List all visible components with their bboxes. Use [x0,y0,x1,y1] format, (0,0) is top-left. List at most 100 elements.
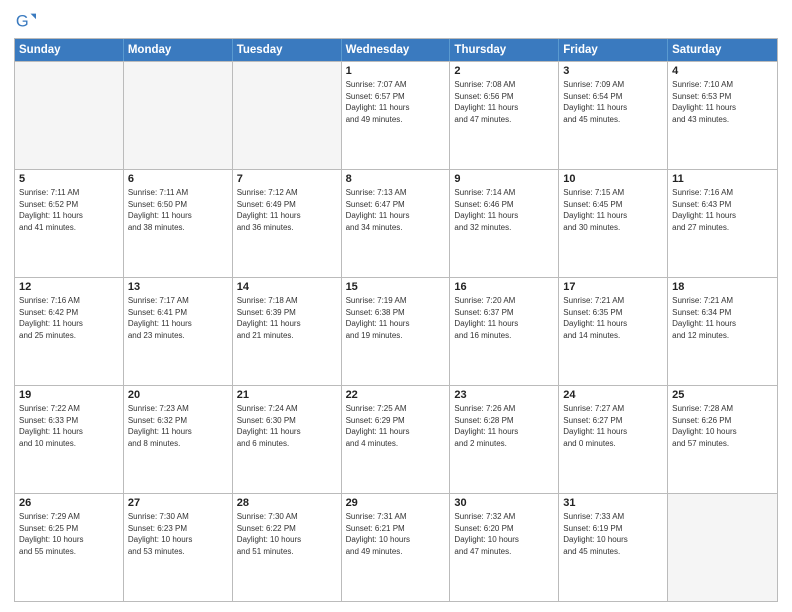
svg-text:G: G [16,13,29,31]
calendar-cell: 25 Sunrise: 7:28 AM Sunset: 6:26 PM Dayli… [668,386,777,493]
cal-header-cell: Tuesday [233,39,342,61]
calendar-cell: 24 Sunrise: 7:27 AM Sunset: 6:27 PM Dayli… [559,386,668,493]
day-info: Sunrise: 7:33 AM Sunset: 6:19 PM Dayligh… [563,511,663,557]
calendar-cell: 16 Sunrise: 7:20 AM Sunset: 6:37 PM Dayli… [450,278,559,385]
day-info: Sunrise: 7:17 AM Sunset: 6:41 PM Dayligh… [128,295,228,341]
cal-header-cell: Thursday [450,39,559,61]
calendar-cell [668,494,777,601]
page: G SundayMondayTuesdayWednesdayThursdayFr… [0,0,792,612]
calendar-row: 1Sunrise: 7:07 AM Sunset: 6:57 PM Daylig… [15,61,777,169]
header: G [14,10,778,32]
cal-header-cell: Monday [124,39,233,61]
calendar-cell: 19 Sunrise: 7:22 AM Sunset: 6:33 PM Dayli… [15,386,124,493]
day-info: Sunrise: 7:25 AM Sunset: 6:29 PM Dayligh… [346,403,446,449]
day-number: 23 [454,389,554,401]
cal-header-cell: Wednesday [342,39,451,61]
calendar-cell [15,62,124,169]
day-number: 9 [454,173,554,185]
day-number: 19 [19,389,119,401]
calendar-cell: 1Sunrise: 7:07 AM Sunset: 6:57 PM Daylig… [342,62,451,169]
day-info: Sunrise: 7:12 AM Sunset: 6:49 PM Dayligh… [237,187,337,233]
logo: G [14,10,40,32]
day-number: 6 [128,173,228,185]
day-info: Sunrise: 7:15 AM Sunset: 6:45 PM Dayligh… [563,187,663,233]
calendar-cell: 12Sunrise: 7:16 AM Sunset: 6:42 PM Dayli… [15,278,124,385]
cal-header-cell: Saturday [668,39,777,61]
day-number: 27 [128,497,228,509]
day-info: Sunrise: 7:11 AM Sunset: 6:50 PM Dayligh… [128,187,228,233]
calendar-cell: 27Sunrise: 7:30 AM Sunset: 6:23 PM Dayli… [124,494,233,601]
calendar-cell: 9 Sunrise: 7:14 AM Sunset: 6:46 PM Daylig… [450,170,559,277]
day-info: Sunrise: 7:16 AM Sunset: 6:43 PM Dayligh… [672,187,773,233]
day-number: 20 [128,389,228,401]
calendar-cell: 6 Sunrise: 7:11 AM Sunset: 6:50 PM Daylig… [124,170,233,277]
day-info: Sunrise: 7:21 AM Sunset: 6:34 PM Dayligh… [672,295,773,341]
day-info: Sunrise: 7:27 AM Sunset: 6:27 PM Dayligh… [563,403,663,449]
day-info: Sunrise: 7:29 AM Sunset: 6:25 PM Dayligh… [19,511,119,557]
day-number: 28 [237,497,337,509]
day-info: Sunrise: 7:11 AM Sunset: 6:52 PM Dayligh… [19,187,119,233]
calendar-cell: 14 Sunrise: 7:18 AM Sunset: 6:39 PM Dayli… [233,278,342,385]
day-number: 2 [454,65,554,77]
calendar-cell: 7 Sunrise: 7:12 AM Sunset: 6:49 PM Daylig… [233,170,342,277]
calendar-cell: 5 Sunrise: 7:11 AM Sunset: 6:52 PM Daylig… [15,170,124,277]
day-info: Sunrise: 7:21 AM Sunset: 6:35 PM Dayligh… [563,295,663,341]
calendar-row: 5 Sunrise: 7:11 AM Sunset: 6:52 PM Daylig… [15,169,777,277]
calendar-cell: 11 Sunrise: 7:16 AM Sunset: 6:43 PM Dayli… [668,170,777,277]
day-info: Sunrise: 7:16 AM Sunset: 6:42 PM Dayligh… [19,295,119,341]
day-number: 13 [128,281,228,293]
day-info: Sunrise: 7:20 AM Sunset: 6:37 PM Dayligh… [454,295,554,341]
calendar-cell: 21 Sunrise: 7:24 AM Sunset: 6:30 PM Dayli… [233,386,342,493]
day-info: Sunrise: 7:18 AM Sunset: 6:39 PM Dayligh… [237,295,337,341]
cal-header-cell: Friday [559,39,668,61]
day-info: Sunrise: 7:26 AM Sunset: 6:28 PM Dayligh… [454,403,554,449]
day-number: 21 [237,389,337,401]
day-info: Sunrise: 7:23 AM Sunset: 6:32 PM Dayligh… [128,403,228,449]
calendar-cell: 26Sunrise: 7:29 AM Sunset: 6:25 PM Dayli… [15,494,124,601]
day-number: 5 [19,173,119,185]
calendar-cell: 8 Sunrise: 7:13 AM Sunset: 6:47 PM Daylig… [342,170,451,277]
calendar-header-row: SundayMondayTuesdayWednesdayThursdayFrid… [15,39,777,61]
calendar-cell [233,62,342,169]
day-info: Sunrise: 7:28 AM Sunset: 6:26 PM Dayligh… [672,403,773,449]
calendar-cell [124,62,233,169]
calendar-cell: 15 Sunrise: 7:19 AM Sunset: 6:38 PM Dayli… [342,278,451,385]
day-number: 16 [454,281,554,293]
calendar-cell: 20 Sunrise: 7:23 AM Sunset: 6:32 PM Dayli… [124,386,233,493]
day-number: 18 [672,281,773,293]
day-info: Sunrise: 7:13 AM Sunset: 6:47 PM Dayligh… [346,187,446,233]
day-info: Sunrise: 7:08 AM Sunset: 6:56 PM Dayligh… [454,79,554,125]
day-number: 10 [563,173,663,185]
calendar-row: 19 Sunrise: 7:22 AM Sunset: 6:33 PM Dayli… [15,385,777,493]
calendar-cell: 3Sunrise: 7:09 AM Sunset: 6:54 PM Daylig… [559,62,668,169]
day-info: Sunrise: 7:14 AM Sunset: 6:46 PM Dayligh… [454,187,554,233]
calendar-cell: 31 Sunrise: 7:33 AM Sunset: 6:19 PM Dayli… [559,494,668,601]
calendar-cell: 4 Sunrise: 7:10 AM Sunset: 6:53 PM Daylig… [668,62,777,169]
calendar-cell: 30Sunrise: 7:32 AM Sunset: 6:20 PM Dayli… [450,494,559,601]
day-number: 25 [672,389,773,401]
day-info: Sunrise: 7:31 AM Sunset: 6:21 PM Dayligh… [346,511,446,557]
day-info: Sunrise: 7:10 AM Sunset: 6:53 PM Dayligh… [672,79,773,125]
day-number: 31 [563,497,663,509]
day-number: 22 [346,389,446,401]
calendar-cell: 22 Sunrise: 7:25 AM Sunset: 6:29 PM Dayli… [342,386,451,493]
day-number: 24 [563,389,663,401]
day-number: 14 [237,281,337,293]
day-info: Sunrise: 7:09 AM Sunset: 6:54 PM Dayligh… [563,79,663,125]
day-number: 29 [346,497,446,509]
calendar-row: 12Sunrise: 7:16 AM Sunset: 6:42 PM Dayli… [15,277,777,385]
day-info: Sunrise: 7:30 AM Sunset: 6:22 PM Dayligh… [237,511,337,557]
day-number: 15 [346,281,446,293]
day-number: 7 [237,173,337,185]
day-number: 17 [563,281,663,293]
calendar: SundayMondayTuesdayWednesdayThursdayFrid… [14,38,778,602]
calendar-cell: 28 Sunrise: 7:30 AM Sunset: 6:22 PM Dayli… [233,494,342,601]
calendar-cell: 17 Sunrise: 7:21 AM Sunset: 6:35 PM Dayli… [559,278,668,385]
day-number: 8 [346,173,446,185]
day-info: Sunrise: 7:32 AM Sunset: 6:20 PM Dayligh… [454,511,554,557]
day-number: 11 [672,173,773,185]
day-info: Sunrise: 7:24 AM Sunset: 6:30 PM Dayligh… [237,403,337,449]
day-number: 4 [672,65,773,77]
day-info: Sunrise: 7:22 AM Sunset: 6:33 PM Dayligh… [19,403,119,449]
day-info: Sunrise: 7:19 AM Sunset: 6:38 PM Dayligh… [346,295,446,341]
